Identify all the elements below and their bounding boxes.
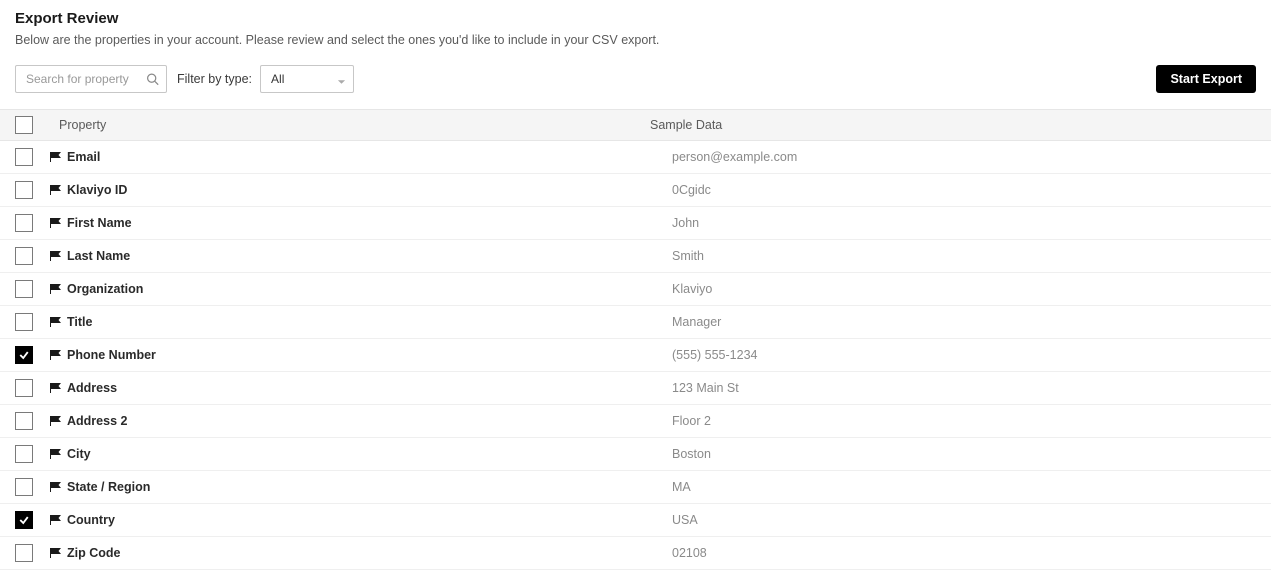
property-name: Country	[67, 513, 672, 527]
sample-data: 0Cgidc	[672, 183, 1271, 197]
sample-data: MA	[672, 480, 1271, 494]
sample-data: Manager	[672, 315, 1271, 329]
property-name: Title	[67, 315, 672, 329]
sample-data: person@example.com	[672, 150, 1271, 164]
row-checkbox[interactable]	[15, 148, 33, 166]
page-subtitle: Below are the properties in your account…	[15, 33, 1256, 47]
start-export-button[interactable]: Start Export	[1156, 65, 1256, 93]
sample-data: Floor 2	[672, 414, 1271, 428]
sample-data: John	[672, 216, 1271, 230]
flag-icon	[45, 152, 67, 162]
page-title: Export Review	[15, 10, 1256, 27]
sample-data: USA	[672, 513, 1271, 527]
table-row: First NameJohn	[0, 207, 1271, 240]
sample-data: Smith	[672, 249, 1271, 263]
sample-data: 123 Main St	[672, 381, 1271, 395]
property-name: Email	[67, 150, 672, 164]
filter-label: Filter by type:	[177, 72, 252, 86]
flag-icon	[45, 449, 67, 459]
table-row: Address 2Floor 2	[0, 405, 1271, 438]
row-checkbox[interactable]	[15, 478, 33, 496]
table-row: TitleManager	[0, 306, 1271, 339]
search-input[interactable]	[15, 65, 167, 93]
table-row: OrganizationKlaviyo	[0, 273, 1271, 306]
flag-icon	[45, 185, 67, 195]
property-name: First Name	[67, 216, 672, 230]
flag-icon	[45, 482, 67, 492]
table-row: Last NameSmith	[0, 240, 1271, 273]
flag-icon	[45, 218, 67, 228]
sample-data: Boston	[672, 447, 1271, 461]
row-checkbox[interactable]	[15, 313, 33, 331]
sample-data: (555) 555-1234	[672, 348, 1271, 362]
table-header: Property Sample Data	[0, 109, 1271, 141]
table-row: State / RegionMA	[0, 471, 1271, 504]
property-name: Last Name	[67, 249, 672, 263]
row-checkbox[interactable]	[15, 412, 33, 430]
table-row: CountryUSA	[0, 504, 1271, 537]
table-row: Zip Code02108	[0, 537, 1271, 570]
table-row: Address123 Main St	[0, 372, 1271, 405]
flag-icon	[45, 416, 67, 426]
row-checkbox[interactable]	[15, 544, 33, 562]
flag-icon	[45, 284, 67, 294]
row-checkbox[interactable]	[15, 214, 33, 232]
property-name: Phone Number	[67, 348, 672, 362]
property-name: Organization	[67, 282, 672, 296]
filter-select-value: All	[271, 72, 284, 86]
row-checkbox[interactable]	[15, 247, 33, 265]
flag-icon	[45, 251, 67, 261]
table-row: Phone Number(555) 555-1234	[0, 339, 1271, 372]
table-row: Emailperson@example.com	[0, 141, 1271, 174]
property-name: Klaviyo ID	[67, 183, 672, 197]
flag-icon	[45, 383, 67, 393]
flag-icon	[45, 317, 67, 327]
header-sample: Sample Data	[650, 118, 1271, 132]
flag-icon	[45, 515, 67, 525]
sample-data: Klaviyo	[672, 282, 1271, 296]
row-checkbox[interactable]	[15, 280, 33, 298]
property-name: Address 2	[67, 414, 672, 428]
toolbar: Filter by type: All Start Export	[15, 65, 1256, 93]
row-checkbox[interactable]	[15, 511, 33, 529]
flag-icon	[45, 548, 67, 558]
row-checkbox[interactable]	[15, 346, 33, 364]
filter-select[interactable]: All	[260, 65, 354, 93]
property-name: State / Region	[67, 480, 672, 494]
flag-icon	[45, 350, 67, 360]
row-checkbox[interactable]	[15, 445, 33, 463]
table-row: CityBoston	[0, 438, 1271, 471]
property-name: Address	[67, 381, 672, 395]
sample-data: 02108	[672, 546, 1271, 560]
row-checkbox[interactable]	[15, 379, 33, 397]
select-all-checkbox[interactable]	[15, 116, 33, 134]
property-name: City	[67, 447, 672, 461]
header-property: Property	[45, 118, 650, 132]
property-table: Property Sample Data Emailperson@example…	[0, 109, 1271, 570]
table-row: Klaviyo ID0Cgidc	[0, 174, 1271, 207]
row-checkbox[interactable]	[15, 181, 33, 199]
property-name: Zip Code	[67, 546, 672, 560]
